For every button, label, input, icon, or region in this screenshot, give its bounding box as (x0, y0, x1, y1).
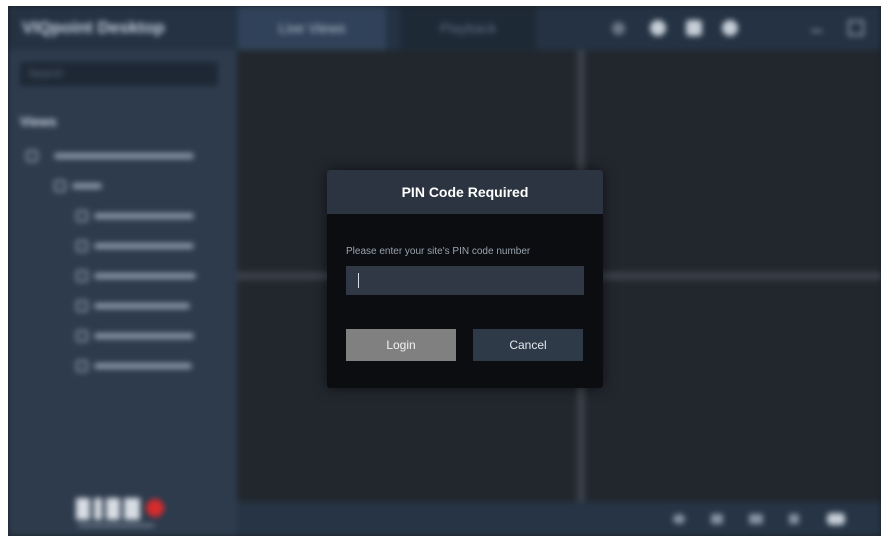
logo-letter (94, 498, 102, 520)
user-icon[interactable] (686, 20, 702, 36)
logo-letter (124, 498, 140, 520)
tree-item-label (54, 153, 194, 159)
tree-item-camera[interactable] (76, 300, 206, 312)
site-icon (26, 150, 38, 162)
group-icon (54, 180, 66, 192)
logo-letter (76, 498, 90, 520)
tree-item-camera[interactable] (76, 240, 206, 252)
brand-logo (70, 492, 170, 528)
tree-item-label (94, 363, 192, 369)
text-cursor (358, 273, 359, 288)
bottom-toolbar (237, 502, 881, 536)
tree-item-camera[interactable] (76, 270, 206, 282)
logo-tagline (78, 524, 154, 527)
tree-item-camera[interactable] (76, 360, 206, 372)
settings-icon[interactable] (650, 20, 666, 36)
app-window: VIQpoint Desktop Live Views Playback Sea… (8, 6, 881, 536)
dialog-title: PIN Code Required (401, 184, 529, 200)
tree-item-label (94, 213, 194, 219)
tab-live-views[interactable]: Live Views (238, 6, 386, 50)
help-icon[interactable] (722, 20, 738, 36)
sidebar-heading: Views (20, 114, 57, 129)
minimize-icon[interactable] (811, 30, 822, 32)
tree-item-label (94, 303, 190, 309)
pin-code-input[interactable] (346, 266, 584, 295)
logo-mark (146, 499, 164, 517)
dialog-header: PIN Code Required (327, 170, 603, 214)
sidebar-search-input[interactable]: Search (20, 62, 218, 86)
camera-icon (76, 270, 88, 282)
tree-item-label (94, 243, 194, 249)
camera-icon (76, 330, 88, 342)
logo-letter (106, 498, 120, 520)
audio-icon[interactable] (789, 514, 799, 524)
cancel-button[interactable]: Cancel (473, 329, 583, 361)
tree-item-camera[interactable] (76, 210, 206, 222)
camera-icon (76, 300, 88, 312)
app-title: VIQpoint Desktop (22, 18, 165, 37)
tree-item-label (94, 333, 194, 339)
camera-icon (76, 210, 88, 222)
tree-item-group[interactable] (54, 180, 134, 192)
tree-item-label (94, 273, 196, 279)
tree-item-label (72, 183, 102, 189)
tree-item-camera[interactable] (76, 330, 206, 342)
camera-icon (76, 240, 88, 252)
tree-item-site[interactable] (26, 150, 206, 162)
pin-code-dialog: PIN Code Required Please enter your site… (327, 170, 603, 388)
tab-playback[interactable]: Playback (400, 6, 536, 50)
pin-prompt-label: Please enter your site's PIN code number (346, 246, 531, 257)
sidebar: Search Views (8, 50, 237, 536)
record-icon[interactable] (749, 514, 763, 524)
layout-icon[interactable] (711, 514, 723, 524)
status-icon[interactable] (612, 22, 625, 35)
camera-icon (76, 360, 88, 372)
login-button[interactable]: Login (346, 329, 456, 361)
maximize-icon[interactable] (848, 20, 864, 36)
fullscreen-icon[interactable] (827, 513, 845, 525)
title-bar: VIQpoint Desktop Live Views Playback (8, 6, 881, 50)
snapshot-icon[interactable] (673, 514, 685, 524)
